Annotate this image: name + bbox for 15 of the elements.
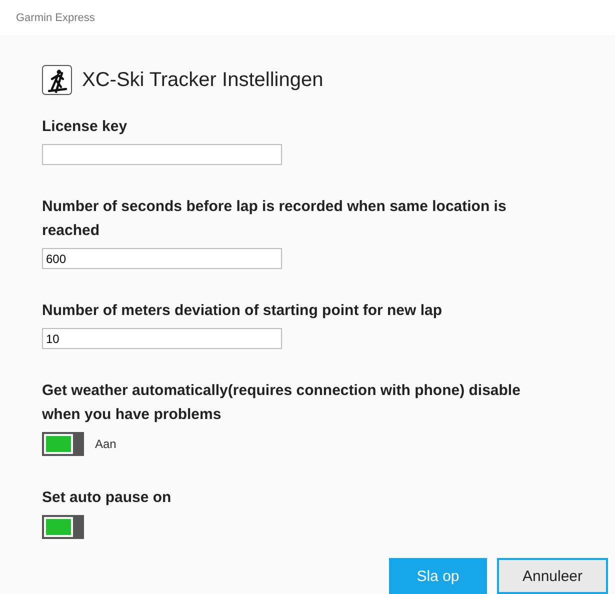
input-field[interactable]: 10 xyxy=(42,328,282,349)
cancel-button[interactable]: Annuleer xyxy=(497,558,608,594)
toggle-switch[interactable] xyxy=(42,432,84,456)
setting-label: License key xyxy=(42,117,128,137)
setting-label: Get weather automatically(requires connection with phone) disable when you have problems xyxy=(42,381,522,425)
setting-label: Set auto pause on xyxy=(42,488,172,508)
skier-icon xyxy=(42,65,72,95)
setting-label: Number of seconds before lap is recorded when same location is reached xyxy=(42,197,508,241)
input-field[interactable]: 600 xyxy=(42,248,282,269)
input-field[interactable] xyxy=(42,144,282,165)
setting-label: Number of meters deviation of starting point for new lap xyxy=(42,301,444,321)
page-title: XC-Ski Tracker Instellingen xyxy=(82,68,324,92)
window-title: Garmin Express xyxy=(16,12,95,24)
toggle-state-label: Aan xyxy=(95,437,116,451)
toggle-switch[interactable] xyxy=(42,515,84,539)
